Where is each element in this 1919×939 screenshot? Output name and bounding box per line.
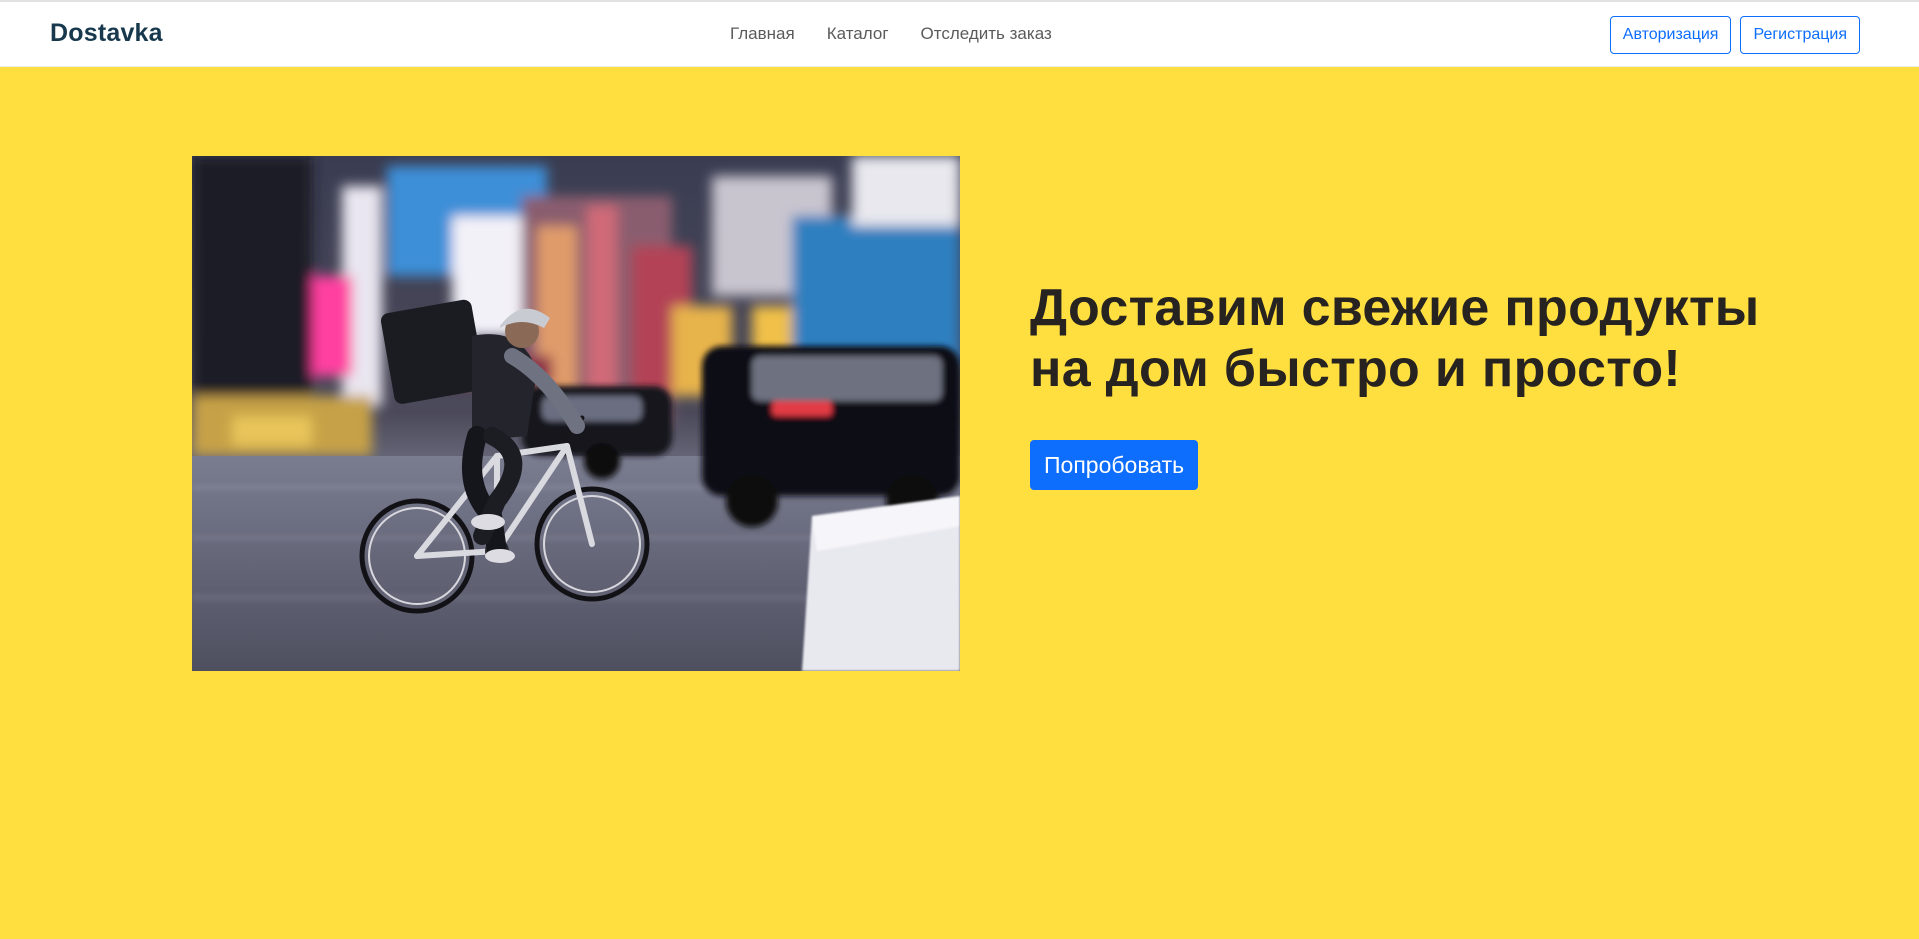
login-button[interactable]: Авторизация — [1609, 16, 1732, 54]
hero-section: Доставим свежие продукты на дом быстро и… — [1030, 278, 1770, 490]
hero-image — [192, 156, 960, 671]
register-button[interactable]: Регистрация — [1740, 16, 1860, 54]
hero-title: Доставим свежие продукты на дом быстро и… — [1030, 279, 1760, 398]
main-nav: Главная Каталог Отследить заказ — [730, 24, 1052, 44]
brand-logo[interactable]: Dostavka — [50, 19, 163, 48]
navbar: Dostavka Главная Каталог Отследить заказ… — [0, 0, 1919, 67]
auth-buttons: Авторизация Регистрация — [1609, 16, 1860, 54]
nav-link-track-order[interactable]: Отследить заказ — [921, 24, 1052, 44]
try-button[interactable]: Попробовать — [1030, 440, 1199, 490]
courier-bicycle-photo — [192, 156, 960, 671]
nav-link-catalog[interactable]: Каталог — [827, 24, 889, 44]
nav-link-home[interactable]: Главная — [730, 24, 795, 44]
